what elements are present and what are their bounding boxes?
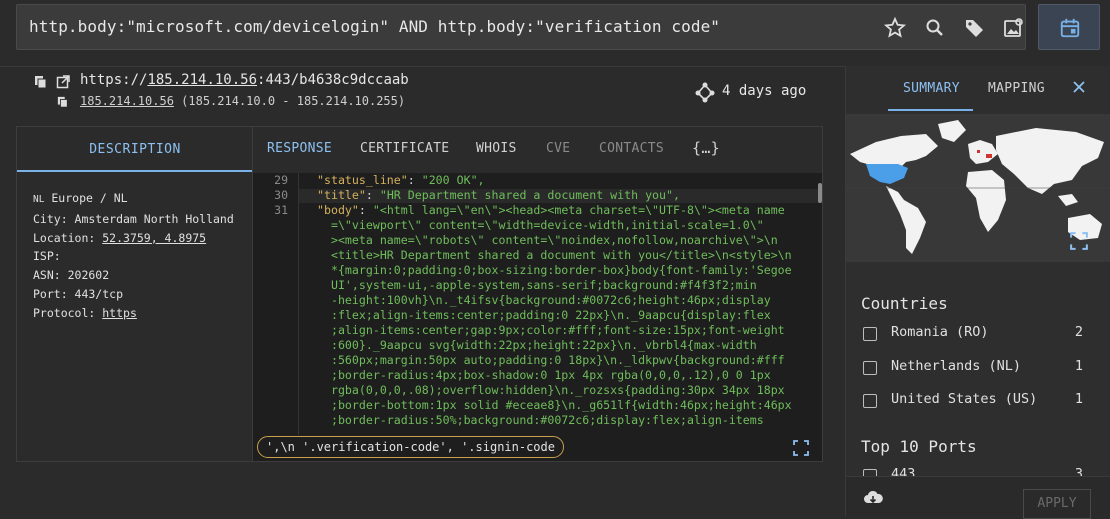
- active-tab-indicator: [888, 109, 973, 111]
- calendar-button[interactable]: [1038, 4, 1100, 50]
- star-icon[interactable]: [883, 16, 907, 40]
- protocol-link[interactable]: https: [102, 306, 137, 320]
- divider: [0, 66, 845, 67]
- code-line: <title>HR Department shared a document w…: [317, 248, 792, 262]
- code-line: -height:100vh}\n._t4ifsv{background:#007…: [317, 293, 771, 307]
- tab-description[interactable]: DESCRIPTION: [17, 127, 253, 172]
- code-line: "status_line": "200 OK",: [317, 173, 485, 187]
- search-input[interactable]: http.body:"microsoft.com/devicelogin" AN…: [29, 17, 720, 36]
- code-line: ;align-items:center;gap:9px;color:#fff;f…: [317, 323, 785, 337]
- top-bar: http.body:"microsoft.com/devicelogin" AN…: [0, 0, 1110, 66]
- response-panel: RESPONSE CERTIFICATE WHOIS CVE CONTACTS …: [252, 126, 823, 462]
- location-link[interactable]: 52.3759, 4.8975: [102, 231, 206, 245]
- summary-sidebar: SUMMARY MAPPING Countries Romania (RO) 2…: [845, 66, 1110, 519]
- code-line: "title": "HR Department shared a documen…: [317, 188, 680, 202]
- copy-icon[interactable]: [34, 75, 48, 89]
- code-line: =\"viewport\" content=\"width=device-wid…: [317, 218, 764, 232]
- checkbox[interactable]: [863, 469, 877, 476]
- code-line: :560px;margin:50px auto;padding:0 18px}\…: [317, 353, 785, 367]
- code-line: "body": "<html lang=\"en\"><head><meta c…: [317, 203, 785, 217]
- source-branch-icon: [695, 82, 715, 103]
- code-line: *{margin:0;padding:0;box-sizing:border-b…: [317, 263, 792, 277]
- tab-certificate[interactable]: CERTIFICATE: [360, 141, 449, 156]
- close-icon[interactable]: [1072, 80, 1086, 94]
- line-gutter: 29 30 31: [253, 173, 299, 435]
- tab-contacts[interactable]: CONTACTS: [599, 141, 664, 156]
- calendar-icon: [1060, 18, 1080, 38]
- sidebar-footer: APPLY: [846, 476, 1110, 519]
- match-chip[interactable]: ',\n '.verification-code', '.signin-code: [257, 436, 564, 458]
- image-search-icon[interactable]: [1001, 16, 1025, 40]
- ports-title: Top 10 Ports: [861, 437, 977, 456]
- tab-summary[interactable]: SUMMARY: [903, 81, 960, 96]
- apply-button[interactable]: APPLY: [1023, 489, 1091, 519]
- country-code: NL: [33, 194, 45, 205]
- country-filter-row[interactable]: Romania (RO) 2: [863, 324, 1083, 344]
- checkbox[interactable]: [863, 327, 877, 341]
- tag-icon[interactable]: [963, 16, 987, 40]
- countries-title: Countries: [861, 294, 948, 313]
- tab-json[interactable]: {…}: [692, 139, 720, 157]
- copy-icon[interactable]: [57, 96, 69, 108]
- description-panel: DESCRIPTION NL Europe / NL City: Amsterd…: [16, 126, 253, 462]
- country-filter-row[interactable]: United States (US) 1: [863, 391, 1083, 411]
- tab-cve[interactable]: CVE: [546, 141, 570, 156]
- code-viewer[interactable]: 29 30 31 "status_line": "200 OK", "title…: [253, 173, 822, 435]
- code-line: ;border-radius:4px;box-shadow:0 1px 4px …: [317, 368, 771, 382]
- fullscreen-icon[interactable]: [1070, 232, 1088, 250]
- code-line: ;border-bottom:1px solid #eceae8}\n._g65…: [317, 398, 792, 412]
- code-line: :600}._9aapcu svg{width:22px;height:22px…: [317, 338, 757, 352]
- tab-mapping[interactable]: MAPPING: [988, 81, 1045, 96]
- external-link-icon[interactable]: [56, 75, 70, 89]
- search-bar[interactable]: http.body:"microsoft.com/devicelogin" AN…: [16, 4, 1026, 50]
- ip-range: 185.214.10.56 (185.214.10.0 - 185.214.10…: [80, 94, 406, 108]
- code-line: UI',system-ui,-apple-system,sans-serif;b…: [317, 278, 757, 292]
- port-filter-row[interactable]: 443 3: [863, 466, 1083, 476]
- tab-whois[interactable]: WHOIS: [476, 141, 517, 156]
- country-filter-row[interactable]: Netherlands (NL) 1: [863, 358, 1083, 378]
- code-line: :flex;align-items:center;padding:0 22px}…: [317, 308, 771, 322]
- download-icon[interactable]: [863, 489, 883, 507]
- code-line: ><meta name=\"robots\" content=\"noindex…: [317, 233, 778, 247]
- scrollbar[interactable]: [818, 183, 822, 203]
- search-icon[interactable]: [923, 16, 947, 40]
- code-line: rgba(0,0,0,.08);overflow:hidden}\n._rozs…: [317, 383, 785, 397]
- response-tabs: RESPONSE CERTIFICATE WHOIS CVE CONTACTS …: [253, 127, 822, 172]
- checkbox[interactable]: [863, 361, 877, 375]
- expand-icon[interactable]: [793, 440, 809, 456]
- code-line: ;border-radius:50%;background:#0072c6;di…: [317, 413, 764, 427]
- host-url[interactable]: https://185.214.10.56:443/b4638c9dccaab: [80, 72, 409, 88]
- match-bar: ',\n '.verification-code', '.signin-code: [253, 435, 822, 461]
- host-info: NL Europe / NL City: Amsterdam North Hol…: [33, 191, 234, 320]
- tab-response[interactable]: RESPONSE: [267, 141, 332, 156]
- checkbox[interactable]: [863, 394, 877, 408]
- world-map[interactable]: [846, 114, 1110, 262]
